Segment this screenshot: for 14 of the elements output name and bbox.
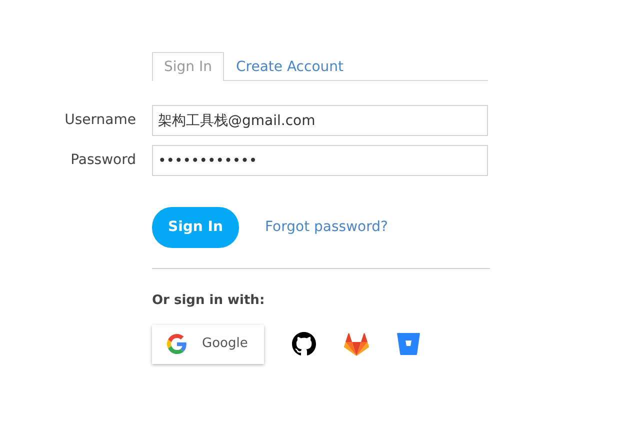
bucket-icon[interactable] xyxy=(396,333,420,355)
octocat-icon[interactable] xyxy=(292,332,316,356)
fox-icon[interactable] xyxy=(344,332,369,356)
google-icon xyxy=(167,334,187,354)
section-heading: Or sign in with: xyxy=(152,292,266,310)
field-label: Username xyxy=(64,111,136,130)
sign-in-button[interactable]: Sign In xyxy=(152,207,239,248)
tab[interactable]: Sign In xyxy=(152,52,224,81)
input-field[interactable]: 架构工具栈@gmail.com xyxy=(152,105,488,136)
google-button[interactable]: Google xyxy=(152,324,264,364)
forgot-password-link[interactable]: Forgot password? xyxy=(265,217,388,238)
input-field[interactable]: •••••••••••• xyxy=(152,145,488,176)
field-label: Password xyxy=(70,151,136,170)
tab[interactable]: Create Account xyxy=(224,52,356,81)
